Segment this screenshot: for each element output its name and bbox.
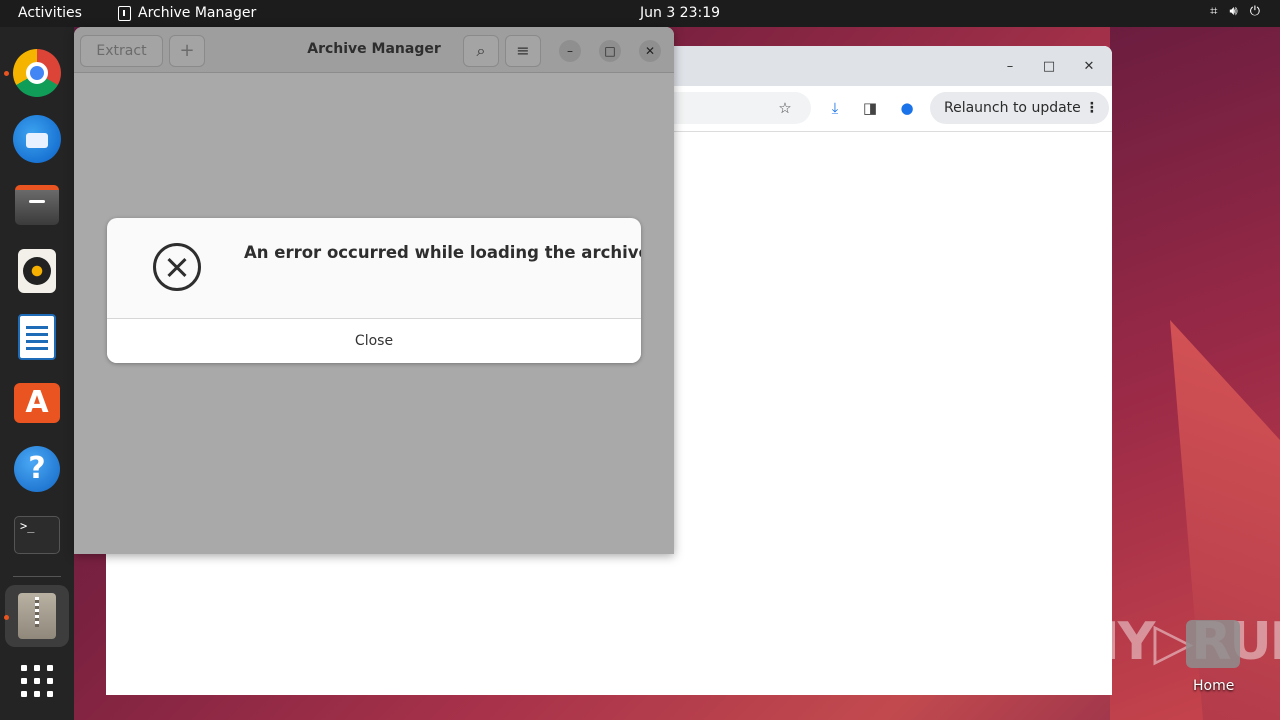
show-apps-button[interactable] [13, 657, 61, 705]
dock-item-archive-manager[interactable] [13, 592, 61, 640]
download-icon[interactable]: ⤓ [824, 97, 846, 119]
volume-icon[interactable]: 🔊︎ [1230, 4, 1238, 19]
activities-button[interactable]: Activities [18, 5, 82, 21]
dock-item-writer[interactable] [13, 313, 61, 361]
window-title: Archive Manager [307, 41, 441, 57]
terminal-icon: >_ [14, 516, 60, 554]
clock[interactable]: Jun 3 23:19 [640, 5, 720, 21]
minimize-button[interactable]: – [559, 40, 581, 62]
relaunch-to-update-button[interactable]: Relaunch to update ⋮ [930, 92, 1109, 124]
running-indicator [4, 615, 9, 620]
chrome-icon [13, 49, 61, 97]
archive-app-icon [118, 5, 131, 21]
browser-maximize-button[interactable]: □ [1038, 56, 1060, 78]
archive-headerbar: Extract + Archive Manager ⌕ ≡ – □ ✕ [74, 27, 674, 73]
network-icon[interactable]: ⌗ [1210, 4, 1217, 19]
app-menu[interactable]: Archive Manager [118, 5, 256, 21]
app-center-icon: A [14, 383, 60, 423]
browser-close-button[interactable]: ✕ [1078, 56, 1100, 78]
close-button[interactable]: Close [107, 319, 641, 363]
archive-manager-icon [18, 593, 56, 639]
add-files-button[interactable]: + [169, 35, 205, 67]
app-grid-icon [21, 665, 53, 697]
error-icon [153, 243, 201, 291]
writer-icon [18, 314, 56, 360]
close-window-button[interactable]: ✕ [639, 40, 661, 62]
files-icon [15, 185, 59, 225]
dock-item-rhythmbox[interactable] [13, 247, 61, 295]
home-folder-label: Home [1193, 678, 1235, 694]
search-icon[interactable]: ⌕ [463, 35, 499, 67]
side-panel-icon[interactable]: ◨ [859, 97, 881, 119]
rhythmbox-icon [18, 249, 56, 293]
app-menu-label: Archive Manager [138, 5, 257, 21]
home-folder-icon[interactable] [1186, 620, 1240, 668]
dock-item-files[interactable] [13, 181, 61, 229]
maximize-button[interactable]: □ [599, 40, 621, 62]
relaunch-label: Relaunch to update [944, 100, 1081, 116]
dock: A ? >_ [0, 27, 74, 720]
error-dialog: An error occurred while loading the arch… [107, 218, 641, 363]
more-options-icon: ⋮ [1084, 100, 1099, 116]
running-indicator [4, 71, 9, 76]
browser-minimize-button[interactable]: – [999, 56, 1021, 78]
top-bar: Activities Archive Manager Jun 3 23:19 ⌗… [0, 0, 1280, 27]
error-message: An error occurred while loading the arch… [244, 243, 641, 262]
bookmark-star-icon[interactable]: ☆ [774, 97, 796, 119]
dock-item-help[interactable]: ? [13, 445, 61, 493]
dock-item-terminal[interactable]: >_ [13, 511, 61, 559]
dock-item-thunderbird[interactable] [13, 115, 61, 163]
dock-separator [13, 576, 61, 577]
anyrun-watermark: ANY▷RUN [1038, 612, 1280, 672]
dock-item-app-center[interactable]: A [13, 379, 61, 427]
help-icon: ? [14, 446, 60, 492]
system-tray[interactable]: ⌗ 🔊︎ ⏻ [1210, 4, 1260, 19]
extract-button[interactable]: Extract [80, 35, 163, 67]
power-icon[interactable]: ⏻ [1250, 4, 1260, 19]
thunderbird-icon [13, 115, 61, 163]
profile-icon[interactable]: ● [896, 97, 918, 119]
menu-icon[interactable]: ≡ [505, 35, 541, 67]
dock-item-chrome[interactable] [13, 49, 61, 97]
